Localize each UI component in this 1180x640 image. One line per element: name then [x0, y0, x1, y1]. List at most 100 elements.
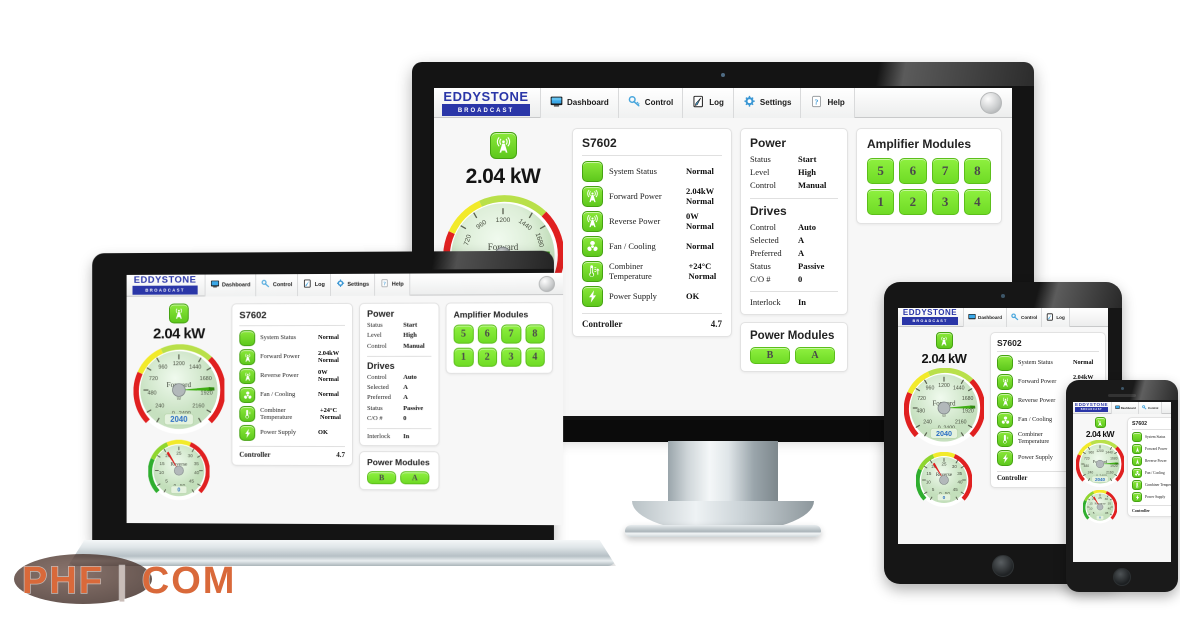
brand-name: EDDYSTONE	[902, 308, 958, 319]
nav-items: Dashboard Control Log	[963, 308, 1070, 327]
status-row[interactable]: Forward Power 2.04kW Normal	[239, 349, 345, 366]
question-icon: ?	[380, 278, 389, 290]
power-modules-grid: B A	[750, 347, 838, 365]
svg-text:45: 45	[953, 487, 958, 492]
nav-item-control[interactable]: Control	[255, 273, 298, 296]
home-button[interactable]	[1113, 568, 1131, 586]
nav-item-log[interactable]: Log	[297, 273, 330, 296]
nav-item-settings[interactable]: Settings	[329, 273, 375, 296]
nav-item-settings[interactable]: Settings	[732, 88, 801, 118]
svg-text:1440: 1440	[189, 365, 201, 371]
amplifier-module-button[interactable]: 1	[453, 347, 474, 367]
power-led-indicator[interactable]	[980, 92, 1002, 114]
antenna-icon	[997, 374, 1013, 390]
amplifier-module-button[interactable]: 4	[524, 347, 545, 367]
kv-value: Auto	[798, 221, 816, 232]
nav-item-control[interactable]: Control	[617, 88, 683, 118]
gear-icon	[336, 279, 345, 290]
status-row[interactable]: System Status	[1132, 432, 1171, 442]
svg-text:5: 5	[165, 479, 168, 484]
phone-screen: EDDYSTONE BROADCAST Dashboard Control 2.…	[1073, 402, 1171, 562]
power-module-button[interactable]: B	[367, 471, 397, 485]
status-row-label: Reverse Power	[1145, 458, 1167, 463]
status-row-label: Combiner Temperature	[609, 260, 652, 281]
home-button[interactable]	[992, 555, 1014, 577]
nav-item-control[interactable]: Control	[1138, 402, 1162, 414]
nav-label: Dashboard	[221, 281, 251, 288]
power-card: Power Status Start Level High Control Ma…	[740, 128, 848, 316]
nav-item-help[interactable]: ? Help	[374, 273, 410, 296]
svg-text:5: 5	[1093, 511, 1095, 515]
amplifier-module-button[interactable]: 7	[501, 324, 521, 344]
status-rows: System Status Normal Forward Power 2.04k…	[239, 330, 345, 441]
speaker-grille	[1108, 394, 1136, 397]
nav-item-control[interactable]: Control	[1006, 308, 1042, 327]
nav-item-dashboard[interactable]: Dashboard	[540, 88, 618, 118]
status-row[interactable]: Power Supply	[1132, 492, 1171, 502]
status-row[interactable]: System Status Normal	[582, 161, 722, 182]
svg-text:1680: 1680	[200, 376, 212, 382]
nav-item-log[interactable]: Log	[682, 88, 733, 118]
antenna-icon	[1094, 417, 1106, 428]
status-row-label: Combiner Temperature	[260, 406, 293, 421]
status-row-value: Normal	[318, 334, 339, 342]
svg-text:10: 10	[1089, 506, 1093, 510]
status-row[interactable]: Reverse Power	[1132, 456, 1171, 466]
power-section-title: Power	[750, 136, 787, 150]
amplifier-module-button[interactable]: 7	[931, 158, 959, 184]
status-row[interactable]: Combiner Temperature	[1132, 480, 1171, 490]
kv-value: High	[798, 167, 816, 178]
status-row-label: System Status	[260, 334, 297, 342]
power-module-button[interactable]: B	[750, 347, 790, 365]
status-row[interactable]: Power Supply OK	[239, 424, 345, 441]
status-card: S7602 System Status Forward Power Revers…	[1127, 417, 1171, 517]
nav-item-log[interactable]: Log	[1041, 308, 1070, 327]
amplifier-module-button[interactable]: 6	[899, 158, 927, 184]
amplifier-module-button[interactable]: 6	[477, 324, 498, 344]
reverse-gauge-readout: 0	[943, 495, 946, 501]
amplifier-module-button[interactable]: 3	[501, 347, 521, 367]
amplifier-module-button[interactable]: 8	[963, 158, 991, 184]
kv-value: Manual	[798, 180, 827, 191]
amplifier-module-button[interactable]: 5	[453, 324, 474, 344]
status-row-value: Normal	[1073, 358, 1094, 366]
amplifier-modules-title: Amplifier Modules	[867, 137, 972, 151]
amplifier-module-button[interactable]: 8	[524, 324, 545, 344]
status-row[interactable]: System Status Normal	[239, 330, 345, 347]
laptop-bezel: EDDYSTONE BROADCAST Dashboard Control Lo…	[92, 250, 564, 546]
status-row[interactable]: Reverse Power 0W Normal	[582, 211, 722, 232]
kv-value: A	[403, 394, 408, 402]
status-row[interactable]: Fan / Cooling	[1132, 468, 1171, 478]
svg-text:1920: 1920	[1110, 464, 1118, 468]
nav-item-help[interactable]: ? Help	[800, 88, 855, 118]
amplifier-module-button[interactable]: 5	[867, 158, 895, 184]
status-row-label: Reverse Power	[1018, 396, 1056, 404]
power-led-indicator[interactable]	[538, 275, 555, 293]
amplifier-module-button[interactable]: 2	[477, 347, 498, 367]
drives-rows: Control Auto Selected A Preferred A Stat…	[750, 221, 838, 287]
amplifier-module-button[interactable]: 1	[867, 189, 895, 215]
power-module-button[interactable]: A	[400, 471, 430, 485]
status-row[interactable]: Reverse Power 0W Normal	[239, 368, 345, 385]
nav-item-dashboard[interactable]: Dashboard	[963, 308, 1006, 327]
svg-text:1440: 1440	[953, 386, 965, 392]
power-module-button[interactable]: A	[795, 347, 835, 365]
power-modules-card: Power Modules B A	[359, 451, 440, 491]
status-row[interactable]: System Status Normal	[997, 355, 1099, 371]
status-row[interactable]: Fan / Cooling Normal	[239, 387, 345, 403]
laptop-device: EDDYSTONE BROADCAST Dashboard Control Lo…	[68, 250, 616, 582]
phone-bezel: EDDYSTONE BROADCAST Dashboard Control 2.…	[1066, 380, 1178, 592]
amplifier-module-button[interactable]: 4	[963, 189, 991, 215]
status-row[interactable]: Combiner Temperature +24°C Normal	[239, 405, 345, 422]
divider	[750, 291, 838, 293]
bolt-icon	[997, 450, 1013, 466]
kv-key: Level	[750, 167, 770, 178]
nav-item-dashboard[interactable]: Dashboard	[1111, 402, 1139, 414]
amplifier-module-button[interactable]: 3	[931, 189, 959, 215]
nav-item-dashboard[interactable]: Dashboard	[204, 273, 256, 296]
status-row[interactable]: Forward Power 2.04kW Normal	[582, 186, 722, 207]
svg-text:40: 40	[957, 480, 962, 485]
amplifier-module-button[interactable]: 2	[899, 189, 927, 215]
kv-key: Selected	[367, 383, 389, 391]
status-row[interactable]: Forward Power	[1132, 444, 1171, 454]
